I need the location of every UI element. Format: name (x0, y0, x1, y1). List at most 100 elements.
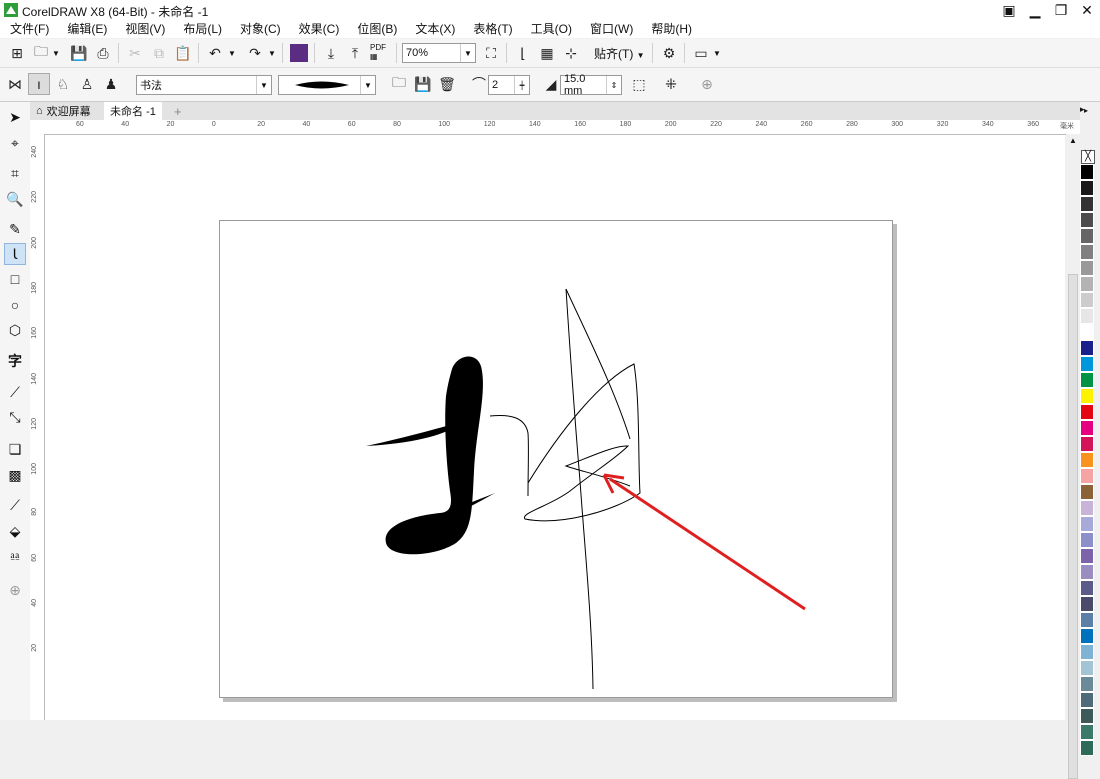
color-swatch[interactable] (1080, 692, 1094, 708)
color-swatch[interactable] (1080, 612, 1094, 628)
color-swatch[interactable] (1080, 404, 1094, 420)
color-swatch[interactable] (1080, 436, 1094, 452)
color-swatch[interactable] (1080, 452, 1094, 468)
menu-item-11[interactable]: 帮助(H) (641, 20, 700, 38)
menu-item-9[interactable]: 工具(O) (521, 20, 580, 38)
restore-button[interactable]: ❐ (1048, 0, 1074, 20)
freehand-tool-icon[interactable]: ✎ (4, 218, 26, 240)
tab-document[interactable]: 未命名 -1 (104, 102, 162, 120)
text-tool-icon[interactable]: 字 (4, 350, 26, 372)
redo-dropdown-icon[interactable]: ▼ (268, 49, 276, 58)
brush-mode-icon[interactable]: ♘ (52, 73, 74, 95)
paste-icon[interactable]: 📋 (172, 42, 194, 64)
menu-item-7[interactable]: 文本(X) (405, 20, 463, 38)
drawing-canvas[interactable] (45, 135, 1065, 720)
ellipse-tool-icon[interactable]: ○ (4, 294, 26, 316)
stroke-dropdown-icon[interactable]: ▼ (360, 76, 375, 94)
preset-mode-icon[interactable]: ⋈ (4, 73, 26, 95)
undo-icon[interactable]: ↶ (204, 42, 226, 64)
menu-item-10[interactable]: 窗口(W) (580, 20, 641, 38)
color-swatch[interactable] (1080, 196, 1094, 212)
tab-welcome-screen[interactable]: ⌂ 欢迎屏幕 (30, 102, 97, 120)
vertical-scrollbar[interactable]: ▲ (1066, 134, 1080, 779)
minimize-button[interactable]: ▁ (1022, 0, 1048, 20)
color-swatch[interactable] (1080, 644, 1094, 660)
color-swatch[interactable] (1080, 740, 1094, 756)
color-swatch[interactable] (1080, 164, 1094, 180)
color-swatch[interactable] (1080, 580, 1094, 596)
color-swatch[interactable] (1080, 180, 1094, 196)
document-page[interactable] (219, 220, 893, 698)
calligraphic-mode-icon[interactable]: ı (28, 73, 50, 95)
menu-item-0[interactable]: 文件(F) (0, 20, 57, 38)
add-tool-icon[interactable]: ⊕ (4, 579, 26, 601)
snap-to-menu[interactable]: 贴齐(T) ▼ (594, 45, 645, 62)
export-icon[interactable]: ⤒ (344, 42, 366, 64)
color-swatch[interactable] (1080, 532, 1094, 548)
smoothing-input[interactable]: 2 ┿ (488, 75, 530, 95)
publish-pdf-icon[interactable]: PDF ▦ (370, 43, 386, 61)
undo-dropdown-icon[interactable]: ▼ (228, 49, 236, 58)
menu-item-2[interactable]: 视图(V) (115, 20, 173, 38)
color-swatch[interactable] (1080, 308, 1094, 324)
menu-item-5[interactable]: 效果(C) (289, 20, 348, 38)
add-icon[interactable]: ⊕ (696, 73, 718, 95)
application-launcher-icon[interactable]: ▭ (690, 42, 712, 64)
color-swatch[interactable] (1080, 292, 1094, 308)
color-swatch[interactable] (1080, 324, 1094, 340)
color-swatch[interactable] (1080, 500, 1094, 516)
palette-scroll-up-icon[interactable]: ▸ (1080, 104, 1085, 115)
ruler-origin[interactable] (30, 120, 45, 135)
color-swatch[interactable] (1080, 708, 1094, 724)
vertical-ruler[interactable]: 240 220 200 180 160 140 120 100 80 60 40 20 (30, 134, 45, 720)
connector-tool-icon[interactable]: ⤡ (4, 406, 26, 428)
zoom-level-select[interactable]: 70% ▼ (402, 43, 476, 63)
color-swatch[interactable] (1080, 244, 1094, 260)
open-dropdown-icon[interactable]: ▼ (52, 49, 60, 58)
rectangle-tool-icon[interactable]: □ (4, 268, 26, 290)
color-swatch[interactable] (1080, 516, 1094, 532)
close-button[interactable]: ✕ (1074, 0, 1100, 20)
transparency-tool-icon[interactable]: ▩ (4, 464, 26, 486)
delete-icon[interactable]: 🗑 (436, 73, 458, 95)
polygon-tool-icon[interactable]: ⬡ (4, 319, 26, 341)
menu-item-4[interactable]: 对象(C) (230, 20, 289, 38)
drop-shadow-tool-icon[interactable]: ❏ (4, 438, 26, 460)
collapse-icon[interactable]: ⬚ (628, 73, 650, 95)
color-swatch[interactable] (1080, 340, 1094, 356)
search-content-icon[interactable] (290, 44, 308, 62)
smart-fill-tool-icon[interactable]: ⎂ (4, 545, 26, 567)
color-swatch[interactable] (1080, 212, 1094, 228)
color-swatch[interactable] (1080, 628, 1094, 644)
save-stroke-icon[interactable]: 💾 (412, 73, 434, 95)
color-swatch[interactable] (1080, 260, 1094, 276)
menu-item-1[interactable]: 编辑(E) (57, 20, 115, 38)
user-icon[interactable]: ▣ (996, 0, 1022, 20)
shape-tool-icon[interactable]: ⌖ (4, 132, 26, 154)
artistic-style-select[interactable]: 书法 ▼ (136, 75, 272, 95)
show-rulers-icon[interactable]: ⌊ (512, 42, 534, 64)
show-grid-icon[interactable]: ▦ (536, 42, 558, 64)
color-swatch[interactable] (1080, 356, 1094, 372)
pressure-mode-icon[interactable]: ♟ (100, 73, 122, 95)
browse-folder-icon[interactable]: 🗀 (388, 73, 410, 95)
open-folder-icon[interactable]: 🗀 (30, 42, 52, 64)
show-guidelines-icon[interactable]: ⊹ (560, 42, 582, 64)
no-color-swatch[interactable]: ╳ (1081, 150, 1095, 164)
stroke-preview-select[interactable]: ▼ (278, 75, 376, 95)
color-swatch[interactable] (1080, 484, 1094, 500)
save-icon[interactable]: 💾 (68, 42, 90, 64)
color-swatch[interactable] (1080, 548, 1094, 564)
color-swatch[interactable] (1080, 660, 1094, 676)
color-swatch[interactable] (1080, 596, 1094, 612)
color-swatch[interactable] (1080, 468, 1094, 484)
style-dropdown-icon[interactable]: ▼ (256, 76, 271, 94)
menu-item-8[interactable]: 表格(T) (463, 20, 520, 38)
eyedropper-tool-icon[interactable]: ⟋ (4, 494, 26, 516)
color-swatch[interactable] (1080, 420, 1094, 436)
parallel-dimension-tool-icon[interactable]: ⟋ (4, 381, 26, 403)
interactive-fill-tool-icon[interactable]: ⬙ (4, 520, 26, 542)
crop-tool-icon[interactable]: ⌗ (4, 162, 26, 184)
color-swatch[interactable] (1080, 276, 1094, 292)
artistic-media-tool-icon[interactable]: Ꙇ (4, 243, 26, 265)
